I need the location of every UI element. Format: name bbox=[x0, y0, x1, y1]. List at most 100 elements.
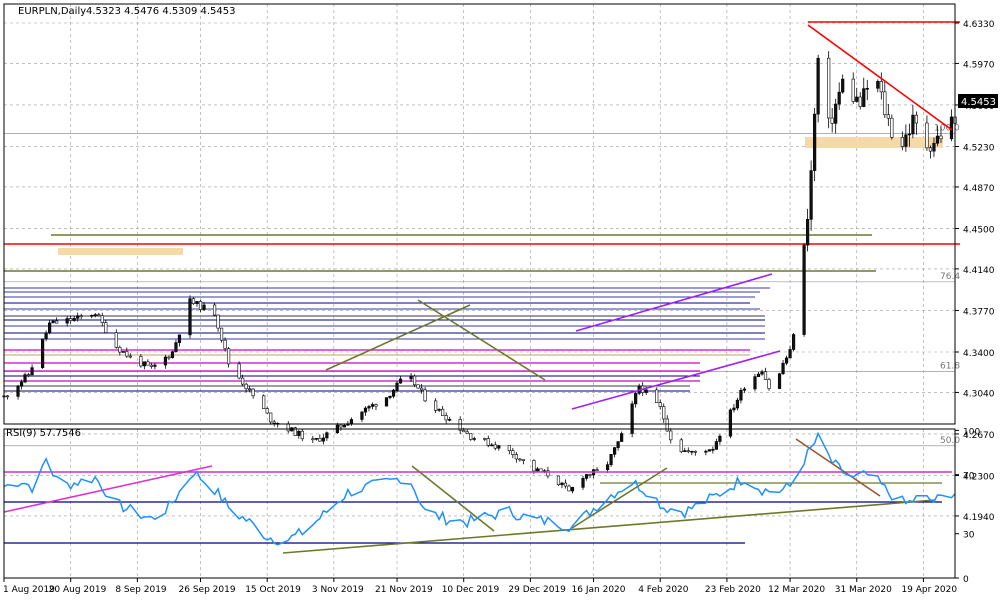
candle-body bbox=[188, 298, 192, 336]
candle-body bbox=[325, 432, 329, 439]
candle-body bbox=[251, 388, 255, 397]
candle-body bbox=[760, 371, 764, 375]
candle-body bbox=[269, 412, 273, 423]
candle-body bbox=[767, 379, 771, 389]
candle-body bbox=[584, 474, 589, 479]
candles bbox=[2, 51, 957, 494]
candle-body bbox=[76, 315, 80, 319]
candle-body bbox=[321, 437, 325, 442]
rsi-trend-line bbox=[282, 499, 936, 554]
candle-body bbox=[911, 114, 915, 135]
candle-body bbox=[5, 395, 10, 398]
price-chart[interactable]: 100.076.461.850.0 4.63304.59704.56004.52… bbox=[0, 0, 1000, 600]
candle-body bbox=[939, 135, 943, 140]
candle-body bbox=[412, 375, 417, 386]
candle-body bbox=[244, 383, 248, 390]
candle-body bbox=[69, 318, 73, 321]
rsi-frame bbox=[3, 428, 956, 579]
candle-body bbox=[507, 445, 511, 451]
price-tick-label: 4.4500 bbox=[963, 225, 995, 235]
candle-body bbox=[834, 103, 838, 124]
trend-line bbox=[417, 299, 546, 381]
rsi-label: RSI(9) 57.7546 bbox=[6, 428, 81, 439]
candle-body bbox=[51, 320, 55, 324]
candle-body bbox=[65, 318, 69, 324]
rsi-panel bbox=[3, 431, 956, 554]
candle-body bbox=[609, 454, 613, 465]
candle-body bbox=[297, 430, 301, 436]
candle-body bbox=[195, 301, 199, 304]
candle-body bbox=[223, 339, 227, 349]
candle-body bbox=[97, 314, 101, 317]
candle-body bbox=[616, 441, 620, 448]
candle-body bbox=[48, 322, 52, 334]
candle-body bbox=[300, 430, 304, 440]
candle-body bbox=[679, 439, 683, 453]
candle-body bbox=[486, 438, 490, 446]
candle-body bbox=[925, 122, 929, 149]
candle-body bbox=[788, 349, 792, 359]
candle-body bbox=[763, 371, 768, 380]
current-price-label: 4.5453 bbox=[961, 97, 996, 108]
candle-body bbox=[391, 389, 396, 397]
date-tick-label: 3 Nov 2019 bbox=[312, 585, 364, 595]
candle-body bbox=[756, 373, 761, 377]
candle-body bbox=[26, 374, 31, 376]
candle-body bbox=[732, 407, 736, 411]
candle-body bbox=[904, 134, 908, 147]
candle-body bbox=[704, 450, 708, 453]
candle-body bbox=[669, 430, 673, 441]
fib-label: 50.0 bbox=[940, 436, 960, 446]
candle-body bbox=[146, 361, 150, 366]
candle-body bbox=[434, 400, 438, 411]
candle-body bbox=[202, 304, 206, 310]
candle-body bbox=[497, 445, 501, 449]
candle-body bbox=[226, 348, 231, 365]
candle-body bbox=[876, 81, 880, 89]
candle-body bbox=[883, 91, 887, 116]
candle-body bbox=[384, 397, 389, 407]
date-tick-label: 26 Sep 2019 bbox=[179, 585, 236, 595]
price-tick-label: 4.3770 bbox=[963, 307, 995, 317]
rsi-tick-label: 70 bbox=[963, 472, 975, 482]
candle-body bbox=[423, 389, 427, 402]
candle-body bbox=[841, 78, 845, 93]
candle-body bbox=[718, 435, 722, 442]
candle-body bbox=[595, 469, 599, 471]
date-tick-label: 12 Mar 2020 bbox=[768, 585, 825, 595]
candle-body bbox=[30, 367, 34, 376]
price-tick-label: 4.5230 bbox=[963, 144, 995, 154]
candle-body bbox=[311, 438, 315, 441]
candle-body bbox=[827, 57, 831, 119]
candle-body bbox=[262, 395, 266, 409]
candle-body bbox=[19, 381, 24, 387]
candle-body bbox=[286, 423, 290, 432]
candle-body bbox=[118, 347, 122, 353]
candle-body bbox=[556, 475, 561, 486]
candle-body bbox=[690, 450, 694, 453]
candle-body bbox=[191, 298, 196, 304]
candle-body bbox=[658, 402, 662, 407]
candle-body bbox=[928, 147, 933, 152]
candle-body bbox=[212, 304, 217, 316]
candle-body bbox=[781, 362, 785, 375]
candle-body bbox=[342, 424, 346, 428]
candle-body bbox=[802, 244, 806, 335]
candle-body bbox=[837, 91, 841, 105]
candle-body bbox=[728, 409, 733, 437]
candle-body bbox=[879, 81, 883, 93]
date-tick-label: 10 Dec 2019 bbox=[442, 585, 500, 595]
candle-body bbox=[855, 96, 859, 102]
price-tick-label: 4.1940 bbox=[963, 513, 995, 523]
candle-body bbox=[163, 356, 168, 366]
candle-body bbox=[139, 356, 143, 367]
axes: 4.63304.59704.56004.52304.48704.45004.41… bbox=[3, 3, 995, 595]
trend-line bbox=[325, 304, 471, 371]
date-tick-label: 29 Dec 2019 bbox=[508, 585, 566, 595]
candle-body bbox=[44, 332, 48, 340]
candle-body bbox=[198, 301, 203, 310]
candle-body bbox=[567, 485, 571, 492]
candle-body bbox=[644, 389, 648, 393]
candle-body bbox=[693, 450, 697, 453]
candle-body bbox=[149, 364, 153, 367]
